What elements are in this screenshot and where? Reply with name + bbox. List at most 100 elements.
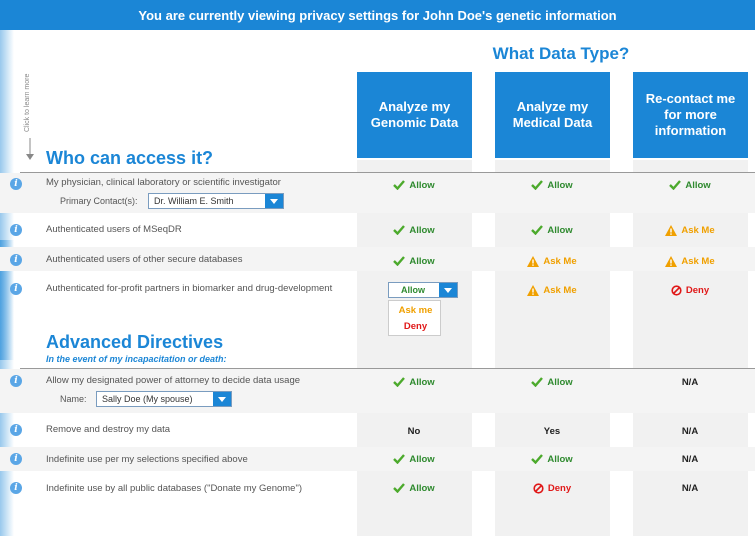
permission-cell[interactable]: Allow bbox=[345, 452, 483, 466]
checkmark-icon bbox=[531, 377, 544, 387]
primary-contact-select[interactable]: Dr. William E. Smith bbox=[148, 193, 284, 209]
checkmark-icon bbox=[393, 483, 406, 493]
chevron-down-icon bbox=[439, 283, 457, 297]
permission-value: Deny bbox=[547, 482, 572, 494]
row-label: Indefinite use by all public databases (… bbox=[46, 483, 302, 494]
permission-dropdown-list: Ask me Deny bbox=[388, 300, 441, 336]
row-label: Authenticated for-profit partners in bio… bbox=[46, 283, 333, 294]
down-arrow-icon bbox=[26, 138, 34, 160]
name-label: Name: bbox=[60, 394, 87, 404]
permission-cell[interactable]: Allow bbox=[483, 178, 621, 192]
advanced-directives-heading: Advanced Directives bbox=[46, 332, 224, 352]
permission-cell[interactable]: Allow bbox=[621, 178, 755, 192]
permission-value: N/A bbox=[681, 453, 699, 465]
permission-cell[interactable]: No bbox=[345, 424, 483, 438]
primary-contact-value: Dr. William E. Smith bbox=[154, 196, 234, 206]
permission-cell[interactable]: Allow bbox=[345, 254, 483, 268]
who-can-access-heading: Who can access it? bbox=[46, 148, 214, 168]
row-label: Authenticated users of other secure data… bbox=[46, 254, 243, 265]
permission-cell: N/A bbox=[621, 481, 755, 495]
what-data-type-heading: What Data Type? bbox=[492, 44, 630, 63]
permission-value: Allow bbox=[409, 376, 435, 388]
row-label: Remove and destroy my data bbox=[46, 424, 171, 435]
column-header-genomic[interactable]: Analyze my Genomic Data bbox=[357, 72, 472, 158]
permission-cell[interactable]: Allow bbox=[483, 223, 621, 237]
attorney-name-value: Sally Doe (My spouse) bbox=[102, 394, 193, 404]
permission-cell[interactable]: Allow bbox=[345, 178, 483, 192]
permission-cell[interactable]: Ask Me bbox=[483, 283, 621, 297]
permission-value: N/A bbox=[681, 425, 699, 437]
permission-cell[interactable]: Deny bbox=[621, 283, 755, 297]
info-icon[interactable]: i bbox=[10, 224, 22, 236]
permission-value: Allow bbox=[409, 453, 435, 465]
warning-icon bbox=[665, 224, 678, 236]
info-icon[interactable]: i bbox=[10, 375, 22, 387]
permission-cell: N/A bbox=[621, 424, 755, 438]
warning-icon bbox=[527, 255, 540, 267]
permission-value: Allow bbox=[409, 179, 435, 191]
checkmark-icon bbox=[531, 180, 544, 190]
permission-select[interactable]: Allow bbox=[388, 282, 458, 298]
info-icon[interactable]: i bbox=[10, 283, 22, 295]
info-icon[interactable]: i bbox=[10, 254, 22, 266]
permission-value: Ask Me bbox=[681, 255, 715, 267]
checkmark-icon bbox=[393, 256, 406, 266]
row-label: My physician, clinical laboratory or sci… bbox=[46, 177, 281, 188]
permission-value: Ask Me bbox=[543, 255, 577, 267]
info-icon[interactable]: i bbox=[10, 482, 22, 494]
chevron-down-icon bbox=[265, 194, 283, 208]
permission-cell: N/A bbox=[621, 452, 755, 466]
warning-icon bbox=[527, 284, 540, 296]
info-icon[interactable]: i bbox=[10, 453, 22, 465]
permission-select-value: Allow bbox=[401, 285, 425, 295]
advanced-directives-subtitle: In the event of my incapacitation or dea… bbox=[46, 354, 227, 364]
permission-value: No bbox=[407, 425, 421, 437]
checkmark-icon bbox=[393, 225, 406, 235]
permission-value: Allow bbox=[547, 453, 573, 465]
column-header-recontact[interactable]: Re-contact me for more information bbox=[633, 72, 748, 158]
permission-cell[interactable]: Allow bbox=[483, 375, 621, 389]
permission-value: Ask Me bbox=[681, 224, 715, 236]
permission-cell[interactable]: Ask Me bbox=[621, 254, 755, 268]
permission-cell[interactable]: Allow bbox=[483, 452, 621, 466]
checkmark-icon bbox=[669, 180, 682, 190]
permission-cell[interactable]: Allow bbox=[345, 375, 483, 389]
primary-contact-label: Primary Contact(s): bbox=[60, 196, 138, 206]
row-label: Indefinite use per my selections specifi… bbox=[46, 454, 248, 465]
checkmark-icon bbox=[393, 180, 406, 190]
permission-cell[interactable]: Yes bbox=[483, 424, 621, 438]
permission-cell[interactable]: Deny bbox=[483, 481, 621, 495]
checkmark-icon bbox=[531, 225, 544, 235]
permission-cell[interactable]: Ask Me bbox=[621, 223, 755, 237]
dropdown-option-askme[interactable]: Ask me bbox=[389, 305, 442, 316]
permission-value: N/A bbox=[681, 482, 699, 494]
permission-value: Allow bbox=[409, 224, 435, 236]
permission-value: Allow bbox=[547, 179, 573, 191]
permission-cell[interactable]: Allow bbox=[345, 481, 483, 495]
attorney-name-select[interactable]: Sally Doe (My spouse) bbox=[96, 391, 232, 407]
deny-icon bbox=[671, 284, 682, 296]
chevron-down-icon bbox=[213, 392, 231, 406]
permission-value: N/A bbox=[681, 376, 699, 388]
permission-cell[interactable]: Allow bbox=[345, 223, 483, 237]
info-icon[interactable]: i bbox=[10, 178, 22, 190]
permission-value: Allow bbox=[547, 376, 573, 388]
deny-icon bbox=[533, 482, 544, 494]
permission-value: Yes bbox=[543, 425, 561, 437]
row-label: Allow my designated power of attorney to… bbox=[46, 375, 301, 386]
dropdown-option-deny[interactable]: Deny bbox=[389, 321, 442, 332]
permission-cell: N/A bbox=[621, 375, 755, 389]
permission-value: Ask Me bbox=[543, 284, 577, 296]
warning-icon bbox=[665, 255, 678, 267]
learn-more-text: Click to learn more bbox=[24, 73, 31, 132]
checkmark-icon bbox=[393, 454, 406, 464]
column-header-medical[interactable]: Analyze my Medical Data bbox=[495, 72, 610, 158]
info-icon[interactable]: i bbox=[10, 424, 22, 436]
permission-value: Allow bbox=[685, 179, 711, 191]
permission-value: Allow bbox=[409, 255, 435, 267]
permission-cell[interactable]: Ask Me bbox=[483, 254, 621, 268]
row-label: Authenticated users of MSeqDR bbox=[46, 224, 182, 235]
permission-value: Allow bbox=[409, 482, 435, 494]
permission-value: Allow bbox=[547, 224, 573, 236]
permission-value: Deny bbox=[685, 284, 710, 296]
